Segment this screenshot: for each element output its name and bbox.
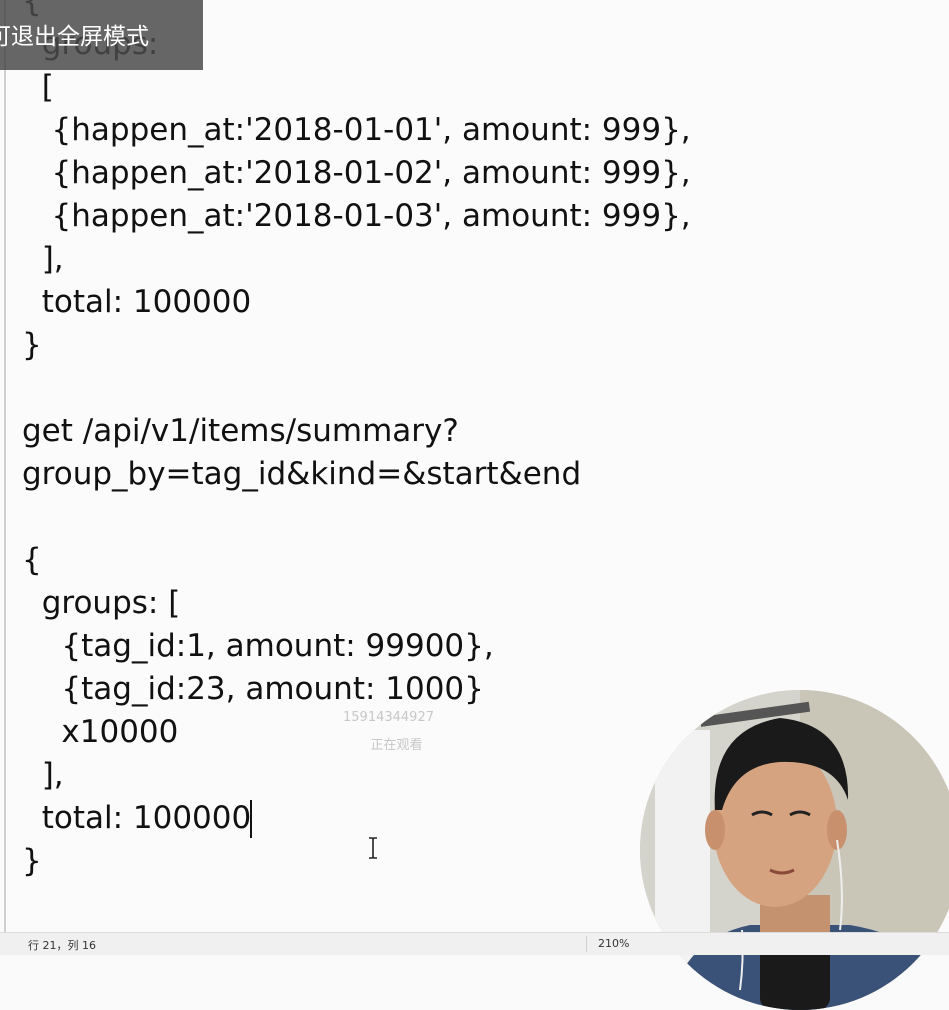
ibeam-cursor-icon [369,837,377,859]
code-line: {tag_id:1, amount: 99900}, [22,628,494,664]
code-line: } [22,327,42,363]
watermark-id: 15914344927 [343,710,434,725]
viewer-watermark: 15914344927 正在观看 [343,704,434,760]
code-line: } [22,843,42,879]
code-line: {happen_at:'2018-01-03', amount: 999}, [22,198,691,234]
code-line: ], [22,241,64,277]
cursor-position: 行 21，列 16 [28,939,96,952]
code-line: total: 100000 [22,800,252,836]
code-line: ], [22,757,64,793]
webcam-overlay [640,690,949,1010]
code-line: { [22,542,42,578]
code-line: total: 100000 [22,284,252,320]
code-line: {happen_at:'2018-01-02', amount: 999}, [22,155,691,191]
status-divider [586,936,587,952]
presenter-video [640,690,949,1010]
watermark-status: 正在观看 [370,738,423,753]
exit-fullscreen-hint: 可退出全屏模式 [0,0,203,70]
status-bar: 行 21，列 16 210% [0,932,949,955]
code-line: groups: [ [22,585,181,621]
exit-fullscreen-text: 可退出全屏模式 [0,24,149,50]
zoom-level[interactable]: 210% [598,937,629,950]
code-line: [ [22,69,54,105]
editor-left-border [4,0,6,932]
text-caret [250,800,252,838]
code-line: group_by=tag_id&kind=&start&end [22,456,582,492]
code-line: {happen_at:'2018-01-01', amount: 999}, [22,112,691,148]
code-line: get /api/v1/items/summary? [22,413,459,449]
